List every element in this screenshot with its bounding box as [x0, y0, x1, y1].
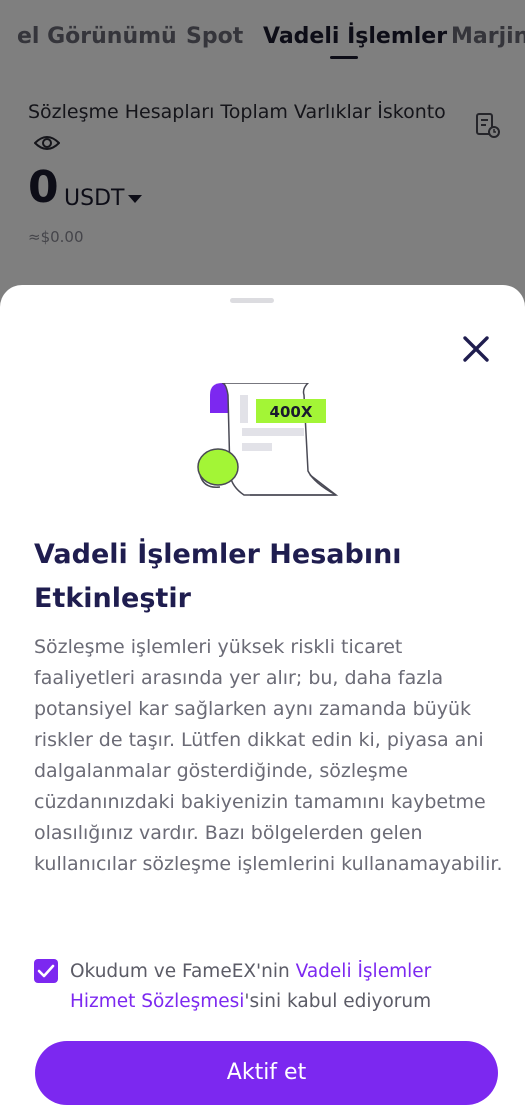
agreement-checkbox[interactable]: [34, 959, 58, 983]
agreement-suffix: 'sini kabul ediyorum: [244, 991, 432, 1012]
close-icon[interactable]: [460, 333, 492, 365]
sheet-title: Vadeli İşlemler Hesabını Etkinleştir: [34, 539, 402, 614]
agreement-prefix: Okudum ve FameEX'nin: [70, 961, 296, 982]
activate-futures-sheet: 400X Vadeli İşlemler Hesabını Etkinleşti…: [0, 285, 525, 1115]
activate-button[interactable]: Aktif et: [35, 1041, 498, 1105]
checkmark-icon: [37, 964, 55, 978]
contract-illustration: 400X: [190, 382, 340, 502]
leverage-badge: 400X: [270, 403, 313, 421]
risk-description: Sözleşme işlemleri yüksek riskli ticaret…: [34, 636, 503, 875]
agreement-text: Okudum ve FameEX'nin Vadeli İşlemler Hiz…: [70, 957, 490, 1017]
drag-handle[interactable]: [230, 298, 274, 303]
